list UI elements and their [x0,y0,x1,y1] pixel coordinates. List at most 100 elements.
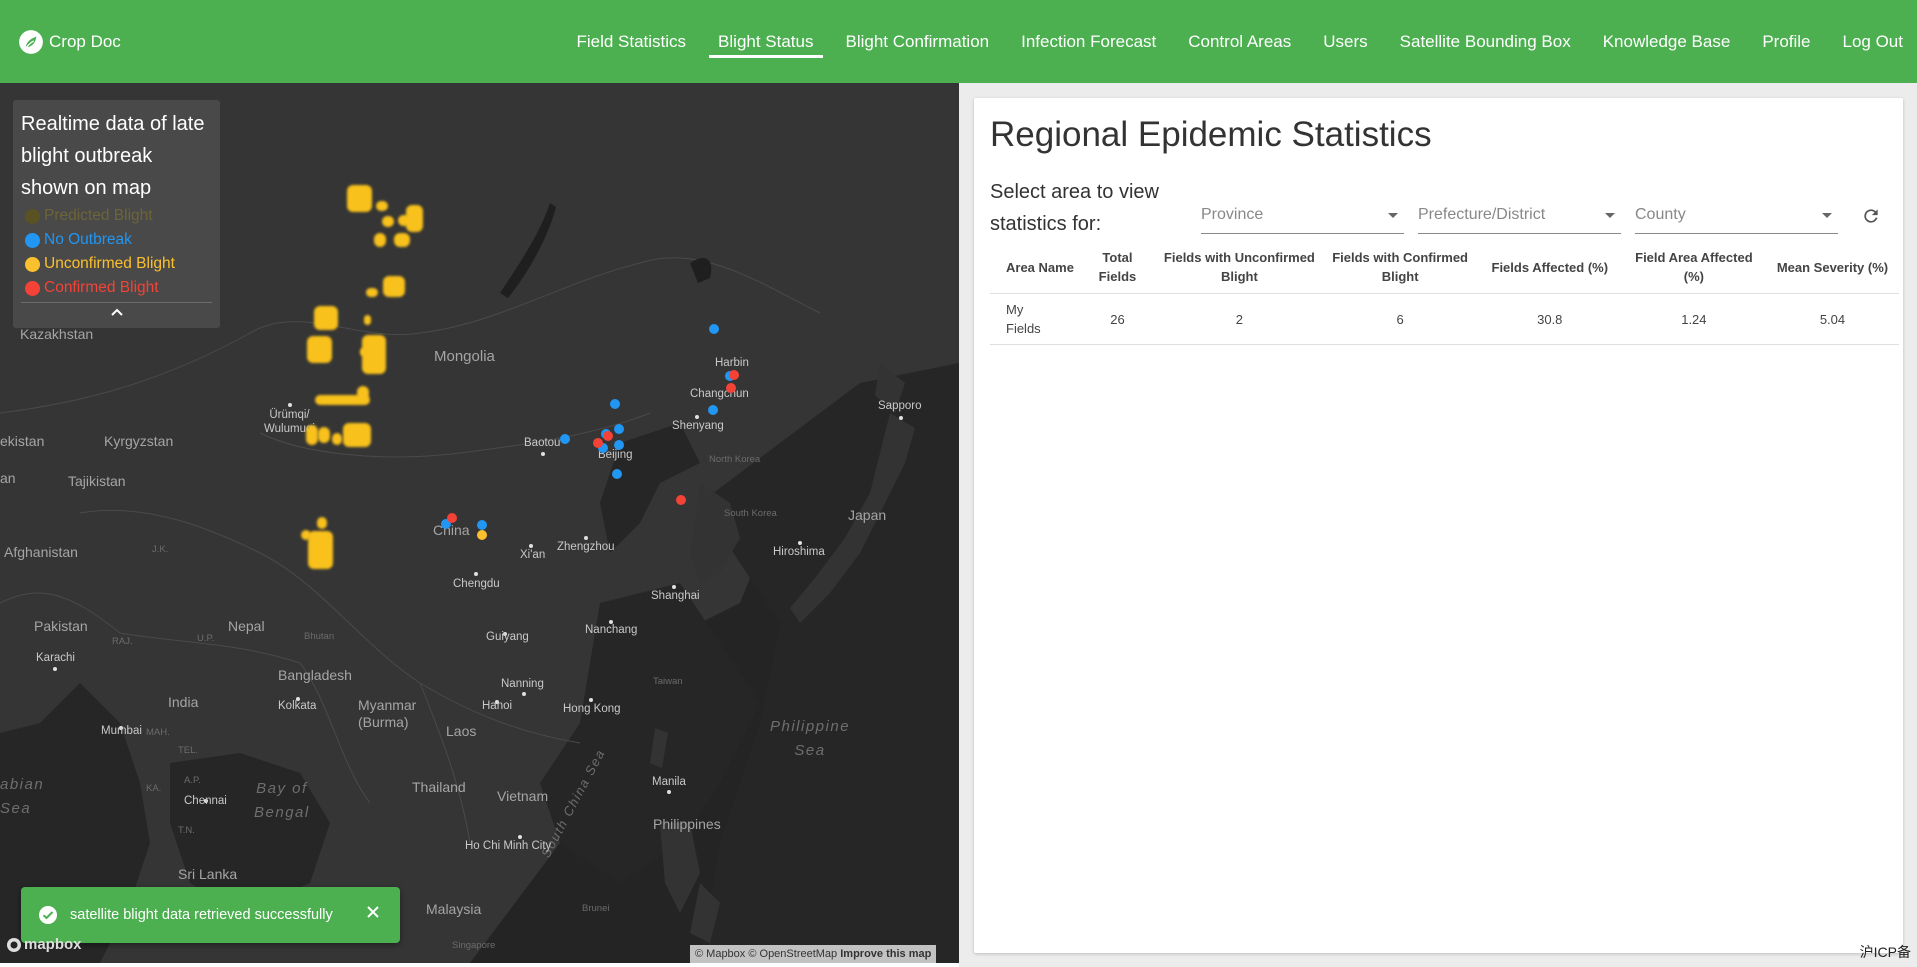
no-outbreak-marker[interactable] [477,520,487,530]
no-outbreak-marker[interactable] [610,399,620,409]
unconfirmed-blight-area[interactable] [318,427,330,443]
legend-item-no-outbreak[interactable]: No Outbreak [21,228,212,252]
label-bay-of-bengal: Bay of Bengal [254,780,310,821]
nav-satellite-bounding-box[interactable]: Satellite Bounding Box [1400,0,1571,83]
label-tajikistan: Tajikistan [68,473,126,489]
city-dot [798,541,802,545]
confirmed-blight-marker[interactable] [447,513,457,523]
mapbox-logo[interactable]: mapbox [6,936,82,953]
city-zhengzhou: Zhengzhou [557,541,615,553]
legend-dot [25,208,40,224]
prefecture-select[interactable]: Prefecture/District [1418,202,1621,234]
improve-map-link[interactable]: Improve this map [840,948,931,960]
unconfirmed-blight-area[interactable] [317,517,327,529]
label-india: India [168,694,199,710]
legend-dot [25,256,40,272]
label-mah: MAH. [146,727,170,738]
unconfirmed-blight-area[interactable] [394,233,410,247]
cell-total-fields: 26 [1078,293,1157,345]
unconfirmed-blight-area[interactable] [357,386,369,400]
unconfirmed-blight-area[interactable] [306,425,318,445]
label-laos: Laos [446,723,477,739]
table-row[interactable]: My Fields 26 2 6 30.8 1.24 5.04 [990,293,1899,345]
map-canvas[interactable]: Kazakhstan Mongolia Kyrgyzstan ekistan a… [0,83,959,963]
icp-license[interactable]: 沪ICP备 [1860,942,1911,962]
city-dot [518,835,522,839]
legend-dot [25,280,40,296]
nav-profile[interactable]: Profile [1762,0,1810,83]
unconfirmed-blight-area[interactable] [382,216,394,227]
table-header-row: Area Name Total Fields Fields with Uncon… [990,242,1899,294]
unconfirmed-blight-area[interactable] [406,205,423,232]
nav-knowledge-base[interactable]: Knowledge Base [1603,0,1731,83]
label-ap: A.P. [184,775,201,786]
city-hcmc: Ho Chi Minh City [465,840,552,852]
attribution-text[interactable]: © Mapbox © OpenStreetMap [695,948,837,960]
brand[interactable]: Crop Doc [18,29,121,55]
chevron-up-icon [110,308,123,316]
nav-blight-status[interactable]: Blight Status [709,0,823,83]
unconfirmed-blight-area[interactable] [366,288,378,297]
nav-control-areas[interactable]: Control Areas [1188,0,1291,83]
label-china: China [433,522,470,538]
mapbox-icon [7,937,21,952]
no-outbreak-marker[interactable] [560,434,570,444]
city-hongkong: Hong Kong [563,703,621,715]
confirmed-blight-marker[interactable] [726,383,736,393]
unconfirmed-blight-area[interactable] [347,185,372,212]
city-baotou: Baotou [524,437,561,449]
nav-infection-forecast[interactable]: Infection Forecast [1021,0,1156,83]
legend-title: Realtime data of late blight outbreak sh… [21,113,205,199]
legend-item-confirmed[interactable]: Confirmed Blight [21,276,212,300]
app-header: Crop Doc Field Statistics Blight Status … [0,0,1917,83]
city-mumbai: Mumbai [101,725,142,737]
nav-field-statistics[interactable]: Field Statistics [576,0,686,83]
unconfirmed-blight-area[interactable] [374,233,386,247]
mapbox-logo-text: mapbox [24,936,82,953]
legend-dot [25,232,40,248]
confirmed-blight-marker[interactable] [593,438,603,448]
no-outbreak-marker[interactable] [614,440,624,450]
prefecture-placeholder: Prefecture/District [1418,206,1546,223]
city-xian: Xi'an [520,549,546,561]
unconfirmed-blight-area[interactable] [383,276,405,297]
unconfirmed-blight-area[interactable] [314,306,338,330]
col-mean-severity: Mean Severity (%) [1765,242,1899,294]
refresh-icon[interactable] [1861,206,1881,226]
legend-item-unconfirmed[interactable]: Unconfirmed Blight [21,252,212,276]
unconfirmed-blight-marker[interactable] [477,530,487,540]
nav-users[interactable]: Users [1323,0,1367,83]
no-outbreak-marker[interactable] [709,324,719,334]
city-nanchang: Nanchang [585,624,638,636]
city-shanghai: Shanghai [651,590,700,602]
city-guiyang: Guiyang [486,631,529,643]
nav-blight-confirmation[interactable]: Blight Confirmation [846,0,990,83]
nav-log-out[interactable]: Log Out [1843,0,1904,83]
unconfirmed-blight-area[interactable] [308,531,333,569]
legend-collapse-button[interactable] [21,303,212,317]
unconfirmed-blight-area[interactable] [343,423,371,447]
province-select[interactable]: Province [1201,202,1404,234]
city-harbin: Harbin [715,357,749,369]
cell-fields-affected: 30.8 [1477,293,1622,345]
unconfirmed-blight-area[interactable] [332,433,342,445]
cell-area-affected: 1.24 [1621,293,1766,345]
unconfirmed-blight-area[interactable] [376,201,388,211]
close-icon[interactable] [366,905,380,919]
confirmed-blight-marker[interactable] [729,370,739,380]
no-outbreak-marker[interactable] [708,405,718,415]
cell-confirmed: 6 [1322,293,1478,345]
unconfirmed-blight-area[interactable] [301,530,311,540]
brand-name: Crop Doc [49,31,121,51]
unconfirmed-blight-area[interactable] [364,315,371,325]
legend-item-predicted[interactable]: Predicted Blight [21,204,212,228]
label-ka: KA. [146,783,162,794]
no-outbreak-marker[interactable] [614,424,624,434]
unconfirmed-blight-area[interactable] [307,336,332,363]
no-outbreak-marker[interactable] [612,469,622,479]
confirmed-blight-marker[interactable] [603,431,613,441]
label-uzbekistan: ekistan [0,433,45,449]
confirmed-blight-marker[interactable] [676,495,686,505]
county-select[interactable]: County [1635,202,1838,234]
unconfirmed-blight-area[interactable] [360,348,366,356]
